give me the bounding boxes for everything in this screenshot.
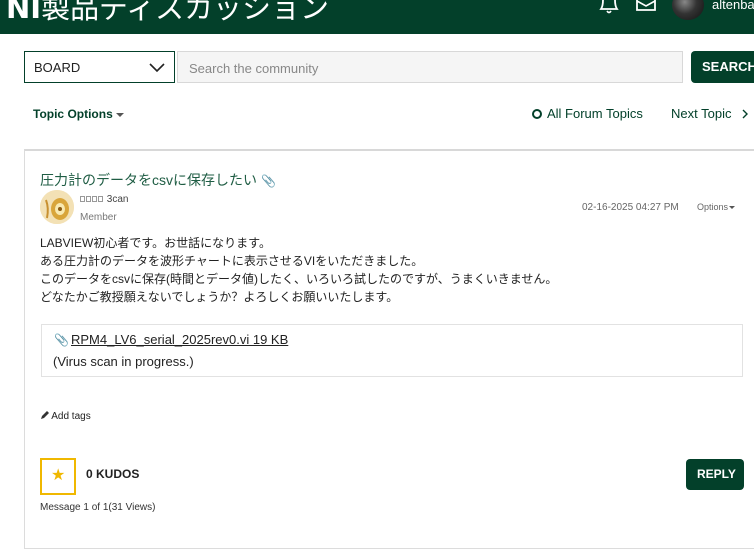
site-title-text: 製品ディスカッション [41, 0, 330, 25]
post-body-line: LABVIEW初心者です。お世話になります。 [40, 236, 271, 250]
search-button[interactable]: SEARCH [691, 51, 754, 83]
author-avatar[interactable] [40, 190, 74, 224]
topic-options-menu[interactable]: Topic Options [33, 107, 124, 121]
paperclip-icon: 📎 [261, 174, 276, 188]
post-date: 02-16-2025 04:27 PM [582, 202, 679, 213]
post-title-text: 圧力計のデータをcsvに保存したい [40, 172, 257, 188]
all-forum-topics-label: All Forum Topics [547, 106, 643, 121]
board-select-label: BOARD [34, 60, 81, 75]
post-body-line: どなたかご教授願えないでしょうか？よろしくお願いいたします。 [40, 290, 399, 304]
board-select[interactable]: BOARD [24, 51, 175, 83]
site-title-brand: NI [6, 0, 42, 25]
pencil-icon [41, 411, 49, 419]
search-input[interactable]: Search the community [177, 51, 683, 83]
bell-icon[interactable] [599, 0, 619, 14]
placeholder-glyph [80, 196, 85, 202]
author-name-text: 3can [106, 194, 129, 205]
all-forum-topics-link[interactable]: All Forum Topics [532, 106, 643, 121]
search-placeholder: Search the community [189, 61, 319, 76]
user-avatar[interactable] [672, 0, 704, 20]
author-avatar-image [40, 190, 74, 224]
placeholder-glyph [86, 196, 91, 202]
attachment-box: 📎 RPM4_LV6_serial_2025rev0.vi 19 KB (Vir… [41, 324, 743, 377]
star-icon: ★ [51, 467, 66, 484]
attachment-link[interactable]: RPM4_LV6_serial_2025rev0.vi 19 KB [71, 332, 288, 347]
kudo-button[interactable]: ★ [40, 458, 76, 495]
reply-button[interactable]: REPLY [686, 459, 744, 490]
caret-down-icon [115, 112, 124, 117]
mail-icon[interactable] [636, 0, 656, 12]
placeholder-glyph [98, 196, 103, 202]
kudos-count: 0 KUDOS [86, 467, 140, 481]
post-body-line: ある圧力計のデータを波形チャートに表示させるVIをいただきました。 [40, 254, 424, 268]
topic-options-label: Topic Options [33, 107, 113, 121]
post-options-label: Options [697, 202, 729, 212]
post-body-line: このデータをcsvに保存(時間とデータ値)したく、いろいろ試したのですが、うまく… [40, 272, 558, 286]
author-name[interactable]: 3can [80, 194, 128, 205]
search-button-label: SEARCH [702, 59, 754, 74]
post-title: 圧力計のデータをcsvに保存したい 📎 [40, 170, 276, 190]
add-tags-link[interactable]: Add tags [40, 411, 91, 422]
top-header: NI製品ディスカッション altenbach [0, 0, 754, 34]
caret-down-icon [729, 206, 736, 210]
next-topic-link[interactable]: Next Topic [671, 106, 750, 121]
post-options-menu[interactable]: Options [697, 202, 736, 212]
add-tags-label: Add tags [51, 411, 91, 422]
placeholder-glyph [92, 196, 97, 202]
chevron-right-icon [742, 109, 749, 119]
paperclip-icon: 📎 [54, 333, 69, 347]
reply-button-label: REPLY [697, 467, 736, 481]
author-rank: Member [80, 212, 117, 223]
site-title[interactable]: NI製品ディスカッション [6, 0, 329, 28]
circle-icon [532, 109, 542, 119]
username[interactable]: altenbach [712, 0, 754, 12]
virus-scan-status: (Virus scan in progress.) [53, 354, 194, 369]
next-topic-label: Next Topic [671, 106, 732, 121]
message-count: Message 1 of 1(31 Views) [40, 502, 156, 513]
chevron-down-icon [149, 63, 165, 73]
post-body: LABVIEW初心者です。お世話になります。 ある圧力計のデータを波形チャートに… [40, 234, 557, 306]
